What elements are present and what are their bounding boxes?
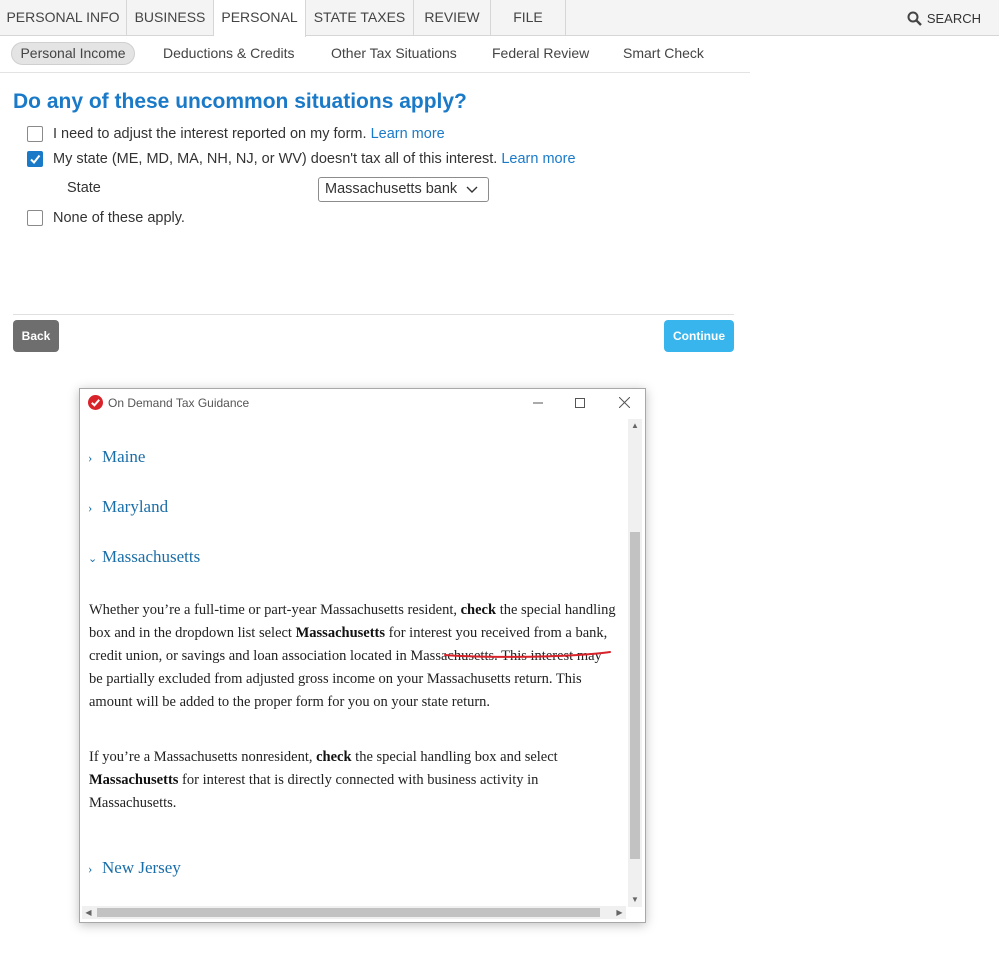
scroll-down-arrow[interactable]: ▼: [628, 893, 642, 907]
section-title: Massachusetts: [102, 547, 201, 566]
scroll-up-arrow[interactable]: ▲: [628, 419, 642, 433]
continue-button[interactable]: Continue: [664, 320, 734, 352]
state-select[interactable]: Massachusetts bank: [318, 177, 489, 202]
chevron-down-icon: ⌄: [88, 553, 98, 565]
section-new-jersey[interactable]: › New Jersey: [88, 858, 181, 878]
close-icon: [618, 396, 630, 409]
section-maryland[interactable]: › Maryland: [88, 497, 168, 517]
top-nav: PERSONAL INFO BUSINESS PERSONAL STATE TA…: [0, 0, 999, 37]
section-title: Maryland: [102, 497, 169, 516]
guidance-window: On Demand Tax Guidance › Maine › Maryland …: [79, 388, 646, 923]
search-label: SEARCH: [926, 11, 981, 26]
checkbox-adjust-interest[interactable]: [27, 126, 43, 142]
chevron-right-icon: ›: [88, 450, 93, 465]
horizontal-scrollbar[interactable]: ◀ ▶: [82, 906, 626, 919]
chevron-right-icon: ›: [88, 500, 93, 515]
guidance-content: › Maine › Maryland ⌄ Massachusetts Whether …: [80, 417, 626, 907]
minimize-icon: [533, 402, 543, 404]
subnav-deductions-credits[interactable]: Deductions & Credits: [163, 36, 295, 72]
chevron-right-icon: ›: [88, 861, 93, 876]
window-title: On Demand Tax Guidance: [108, 396, 250, 410]
section-massachusetts[interactable]: ⌄ Massachusetts: [88, 547, 200, 567]
window-titlebar[interactable]: On Demand Tax Guidance: [80, 389, 645, 417]
vertical-scroll-thumb[interactable]: [630, 532, 640, 859]
option-label: None of these apply.: [53, 210, 185, 226]
section-maine[interactable]: › Maine: [88, 447, 145, 467]
option-label: My state (ME, MD, MA, NH, NJ, or WV) doe…: [53, 151, 498, 167]
minimize-button[interactable]: [518, 389, 558, 417]
option-label: I need to adjust the interest reported o…: [53, 126, 367, 142]
tab-file[interactable]: FILE: [491, 0, 566, 36]
tab-business[interactable]: BUSINESS: [127, 0, 214, 36]
state-label: State: [67, 180, 101, 196]
subnav-smart-check[interactable]: Smart Check: [623, 36, 704, 72]
section-title: New Jersey: [102, 858, 181, 877]
tab-review[interactable]: REVIEW: [414, 0, 491, 36]
tab-personal[interactable]: PERSONAL: [214, 0, 306, 37]
page-title: Do any of these uncommon situations appl…: [13, 90, 467, 113]
learn-more-link[interactable]: Learn more: [501, 151, 575, 167]
checkbox-none-apply[interactable]: [27, 210, 43, 226]
back-button[interactable]: Back: [13, 320, 59, 352]
tab-state-taxes[interactable]: STATE TAXES: [306, 0, 414, 36]
learn-more-link[interactable]: Learn more: [371, 126, 445, 142]
turbotax-check-icon: [88, 395, 103, 410]
vertical-scrollbar[interactable]: ▲ ▼: [628, 419, 642, 907]
tab-personal-info[interactable]: PERSONAL INFO: [0, 0, 127, 36]
subnav-other-tax-situations[interactable]: Other Tax Situations: [331, 36, 457, 72]
checkmark-icon: [30, 154, 41, 165]
maximize-button[interactable]: [560, 389, 600, 417]
search-button[interactable]: SEARCH: [907, 0, 981, 36]
divider: [13, 314, 734, 315]
red-underline-annotation: [444, 651, 611, 658]
chevron-down-icon: [466, 186, 478, 193]
scroll-right-arrow[interactable]: ▶: [613, 906, 626, 919]
state-select-value: Massachusetts bank: [325, 181, 458, 197]
scroll-left-arrow[interactable]: ◀: [82, 906, 95, 919]
section-title: Maine: [102, 447, 146, 466]
subnav-federal-review[interactable]: Federal Review: [492, 36, 589, 72]
maximize-icon: [575, 398, 585, 408]
close-button[interactable]: [604, 389, 644, 417]
sub-nav: Deductions & Credits Other Tax Situation…: [0, 36, 750, 73]
massachusetts-nonresident-paragraph: If you’re a Massachusetts nonresident, c…: [89, 749, 558, 811]
horizontal-scroll-thumb[interactable]: [97, 908, 600, 917]
search-icon: [907, 11, 922, 26]
checkbox-state-doesnt-tax[interactable]: [27, 151, 43, 167]
